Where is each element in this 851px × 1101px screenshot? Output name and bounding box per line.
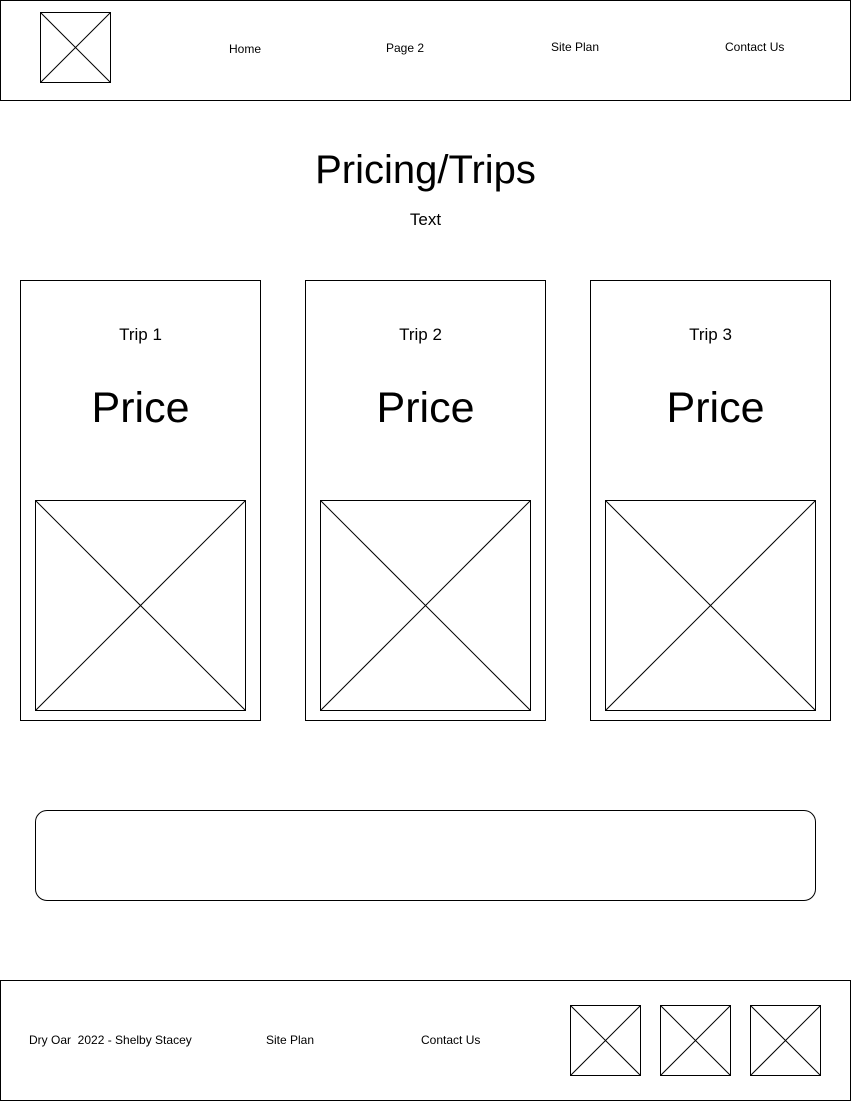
trip-card-2-image-placeholder-icon	[320, 500, 531, 711]
trip-card-3-title: Trip 3	[689, 325, 732, 344]
footer-social-3-placeholder-icon[interactable]	[750, 1005, 821, 1076]
trip-card-2-title: Trip 2	[399, 325, 442, 344]
footer-copyright: Dry Oar 2022 - Shelby Stacey	[29, 1033, 192, 1047]
page-title: Pricing/Trips	[315, 148, 536, 192]
logo-placeholder-icon[interactable]	[40, 12, 111, 83]
nav-page-2-link[interactable]: Page 2	[386, 41, 424, 55]
trip-card-1-image-placeholder-icon	[35, 500, 246, 711]
footer-social-1-placeholder-icon[interactable]	[570, 1005, 641, 1076]
trip-card-2-price: Price	[376, 384, 475, 432]
trip-card-3-price: Price	[666, 384, 765, 432]
page-subtitle: Text	[409, 210, 442, 229]
content-banner	[35, 810, 816, 901]
nav-site-plan-link[interactable]: Site Plan	[551, 40, 599, 54]
nav-home-link[interactable]: Home	[229, 42, 261, 56]
nav-contact-us-link[interactable]: Contact Us	[725, 40, 784, 54]
site-header	[0, 0, 851, 101]
trip-card-1-price: Price	[91, 384, 190, 432]
footer-contact-us-link[interactable]: Contact Us	[421, 1033, 480, 1047]
footer-site-plan-link[interactable]: Site Plan	[266, 1033, 314, 1047]
trip-card-1-title: Trip 1	[119, 325, 162, 344]
footer-social-2-placeholder-icon[interactable]	[660, 1005, 731, 1076]
trip-card-3-image-placeholder-icon	[605, 500, 816, 711]
